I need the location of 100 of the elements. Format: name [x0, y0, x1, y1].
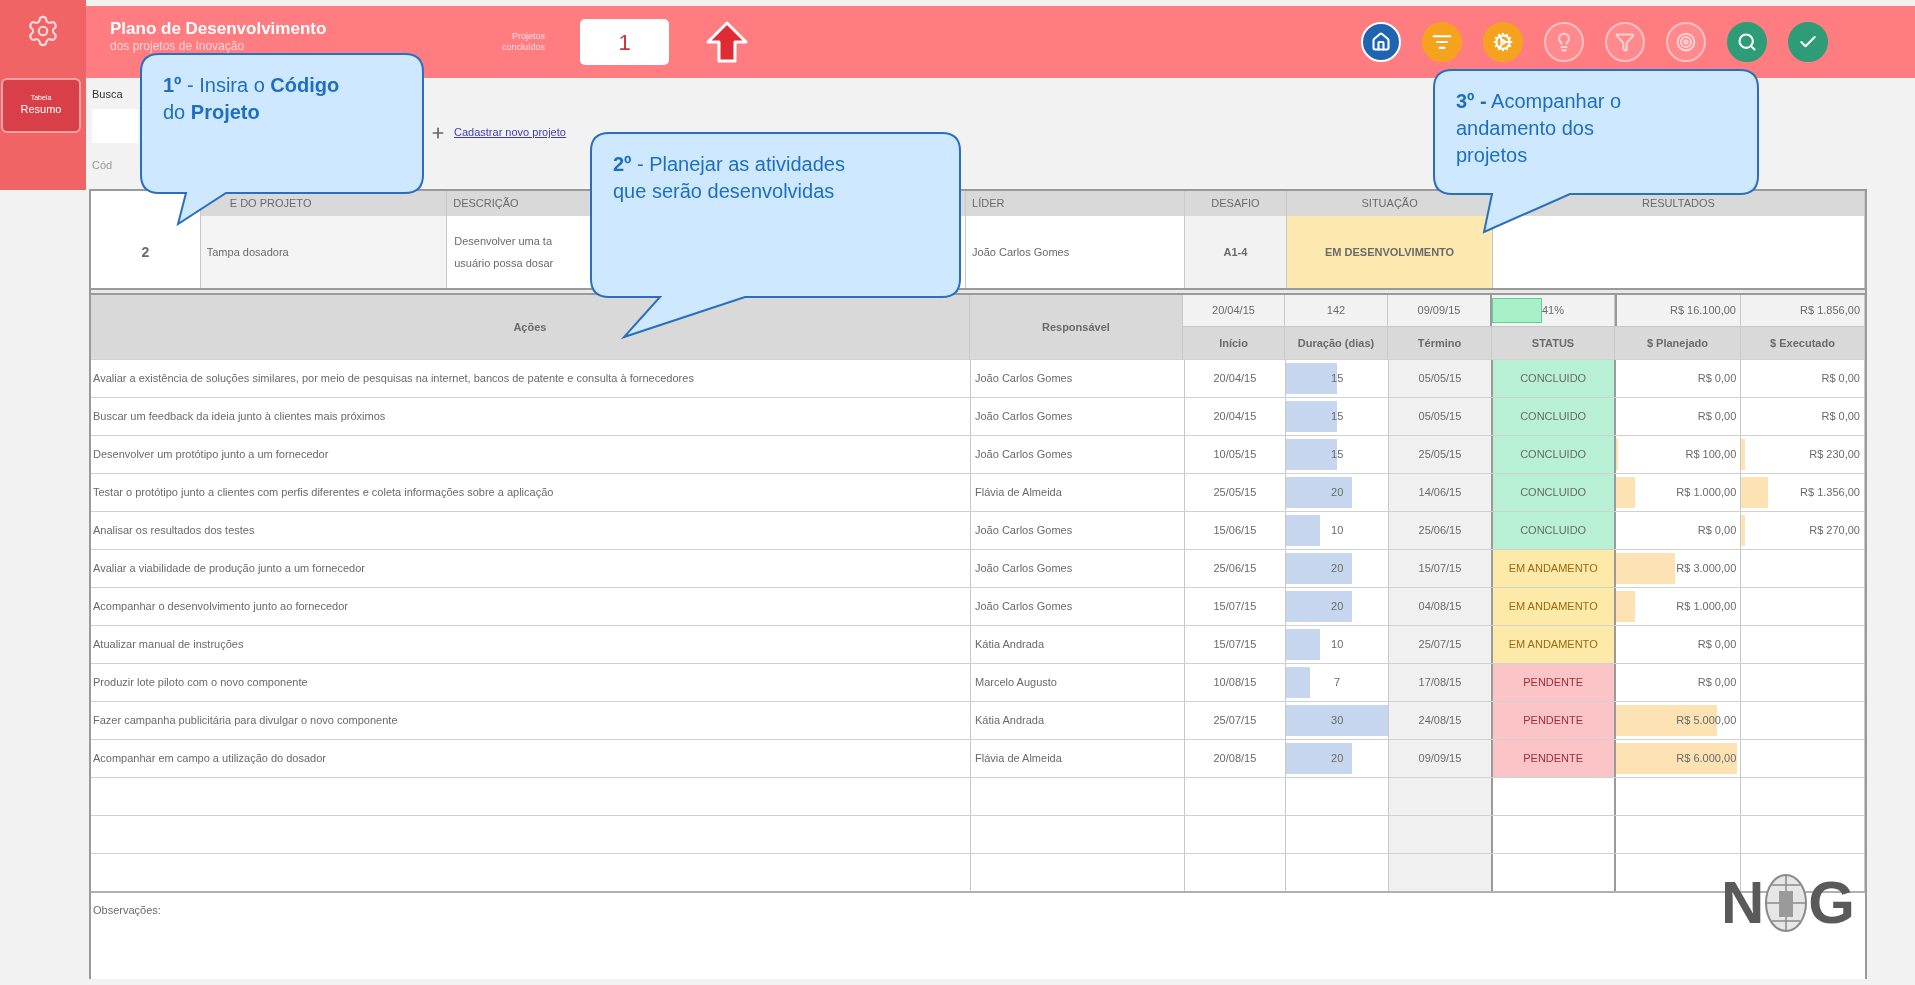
executed-cost: R$ 270,00	[1809, 523, 1860, 539]
start-date: 25/07/15	[1213, 713, 1257, 729]
status-badge: CONCLUIDO	[1492, 360, 1616, 397]
responsible-name: Flávia de Almeida	[975, 485, 1062, 501]
start-date: 15/07/15	[1213, 637, 1257, 653]
counter-label: concluídos	[501, 42, 545, 54]
start-date: 10/05/15	[1213, 447, 1257, 463]
status-badge: CONCLUIDO	[1492, 436, 1616, 473]
column-header: DESAFIO	[1211, 196, 1260, 212]
duration-days: 20	[1331, 598, 1344, 615]
start-date: 25/06/15	[1213, 561, 1257, 577]
duration-days: 10	[1331, 636, 1344, 653]
column-header: SITUAÇÃO	[1361, 196, 1418, 212]
action-text: Atualizar manual de instruções	[93, 637, 244, 653]
status-badge: EM ANDAMENTO	[1492, 588, 1616, 625]
responsible-name: Kátia Andrada	[975, 713, 1045, 729]
executed-cost: R$ 230,00	[1809, 447, 1860, 463]
planned-cost: R$ 6.000,00	[1676, 751, 1737, 767]
executed-cost: R$ 0,00	[1821, 371, 1860, 387]
responsible-name: João Carlos Gomes	[975, 447, 1073, 463]
end-date: 25/06/15	[1418, 523, 1462, 539]
counter-label: Projetos	[511, 30, 545, 42]
planned-cost: R$ 0,00	[1697, 371, 1737, 387]
planned-cost: R$ 0,00	[1697, 409, 1737, 425]
start-date: 25/05/15	[1213, 485, 1257, 501]
planned-cost: R$ 0,00	[1697, 675, 1737, 691]
situation-badge: EM DESENVOLVIMENTO	[1287, 216, 1493, 288]
column-header: Término	[1417, 335, 1462, 351]
responsible-name: Flávia de Almeida	[975, 751, 1062, 767]
status-badge: CONCLUIDO	[1492, 512, 1616, 549]
project-name: Tampa dosadora	[206, 244, 289, 260]
logo-letter: G	[1808, 873, 1855, 933]
column-header: LÍDER	[972, 196, 1005, 212]
action-text: Avaliar a viabilidade de produção junto a um fornecedor	[93, 561, 365, 577]
planned-cost: R$ 0,00	[1697, 637, 1737, 653]
status-badge: EM ANDAMENTO	[1492, 626, 1616, 663]
column-header: Responsável	[1041, 319, 1110, 335]
project-description: usuário possa dosar	[454, 256, 554, 271]
start-date: 20/04/15	[1213, 409, 1257, 425]
action-text: Analisar os resultados dos testes	[93, 523, 255, 539]
end-date: 15/07/15	[1418, 561, 1462, 577]
notes-label: Observações:	[93, 904, 161, 916]
action-text: Acompanhar em campo a utilização do dosador	[93, 751, 326, 767]
end-date: 14/06/15	[1418, 485, 1462, 501]
column-header: STATUS	[1531, 335, 1575, 351]
project-leader: João Carlos Gomes	[972, 244, 1070, 260]
column-header: E DO PROJETO	[229, 196, 312, 212]
duration-days: 10	[1331, 522, 1344, 539]
callout-text: 3º - Acompanhar o andamento dos projetos	[1456, 89, 1623, 168]
action-text: Testar o protótipo junto a clientes com perfis diferentes e coleta informações sobre a aplicação	[93, 485, 554, 501]
end-date: 05/05/15	[1418, 409, 1462, 425]
responsible-name: João Carlos Gomes	[975, 371, 1073, 387]
duration-days: 20	[1331, 560, 1344, 577]
duration-days: 30	[1331, 712, 1344, 729]
planned-cost: R$ 5.000,00	[1676, 713, 1737, 729]
responsible-name: João Carlos Gomes	[975, 409, 1073, 425]
responsible-name: Marcelo Augusto	[975, 675, 1057, 691]
progress-percent: 41%	[1542, 303, 1564, 319]
duration-days: 15	[1331, 408, 1344, 425]
responsible-name: João Carlos Gomes	[975, 599, 1073, 615]
completed-counter: 1	[580, 19, 669, 65]
start-date: 15/07/15	[1213, 599, 1257, 615]
summary-duration: 142	[1326, 303, 1346, 319]
duration-days: 20	[1331, 484, 1344, 501]
status-badge: CONCLUIDO	[1492, 474, 1616, 511]
end-date: 24/08/15	[1418, 713, 1462, 729]
code-label: Cód	[92, 157, 113, 173]
end-date: 25/05/15	[1418, 447, 1462, 463]
end-date: 25/07/15	[1418, 637, 1462, 653]
status-badge: EM ANDAMENTO	[1492, 550, 1616, 587]
app-subtitle: dos projetos de Inovação	[110, 40, 246, 52]
column-header: RESULTADOS	[1641, 196, 1715, 212]
search-label: Busca	[92, 87, 123, 102]
duration-days: 20	[1331, 750, 1344, 767]
end-date: 17/08/15	[1418, 675, 1462, 691]
column-header: Ações	[513, 319, 547, 335]
action-text: Avaliar a existência de soluções similares, por meio de pesquisas na internet, bancos de patente e consulta à fornecedores	[93, 371, 694, 387]
action-text: Fazer campanha publicitária para divulgar o novo componente	[93, 713, 398, 729]
duration-days: 15	[1331, 370, 1344, 387]
status-badge: PENDENTE	[1492, 740, 1616, 777]
planned-cost: R$ 3.000,00	[1676, 561, 1737, 577]
summary-end: 09/09/15	[1417, 303, 1461, 319]
executed-cost: R$ 0,00	[1821, 409, 1860, 425]
column-header: $ Planejado	[1646, 335, 1709, 351]
start-date: 20/04/15	[1213, 371, 1257, 387]
column-header: Início	[1219, 335, 1248, 351]
planned-cost: R$ 1.000,00	[1676, 599, 1737, 615]
responsible-name: João Carlos Gomes	[975, 561, 1073, 577]
end-date: 09/09/15	[1418, 751, 1462, 767]
responsible-name: Kátia Andrada	[975, 637, 1045, 653]
logo-letter: N	[1721, 873, 1765, 933]
new-project-link[interactable]: Cadastrar novo projeto	[454, 124, 566, 141]
callout-text: 2º - Planejar as atividades que serão desenvolvidas	[613, 152, 846, 204]
duration-days: 7	[1334, 674, 1341, 691]
project-code: 2	[141, 242, 150, 262]
action-text: Produzir lote piloto com o novo componente	[93, 675, 308, 691]
planned-cost: R$ 100,00	[1685, 447, 1737, 463]
column-header: $ Executado	[1770, 335, 1835, 351]
start-date: 20/08/15	[1213, 751, 1257, 767]
planned-cost: R$ 1.000,00	[1676, 485, 1737, 501]
